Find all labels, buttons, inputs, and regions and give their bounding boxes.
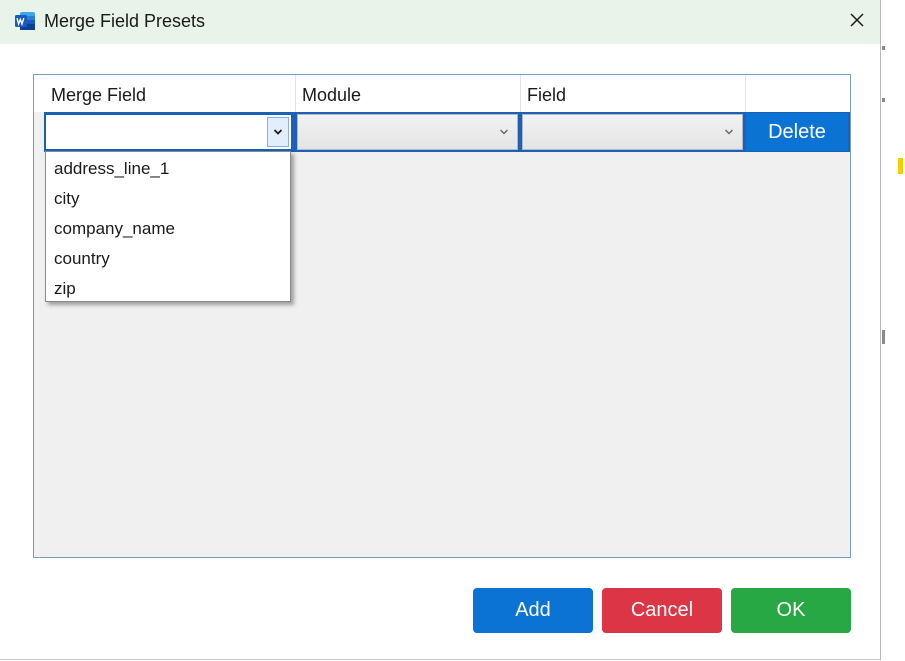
presets-grid: Merge Field Module Field Delete	[33, 74, 851, 558]
ok-button[interactable]: OK	[731, 588, 851, 633]
dropdown-option-company-name[interactable]: company_name	[46, 214, 290, 244]
dropdown-option-address-line-1[interactable]: address_line_1	[46, 154, 290, 184]
word-icon	[14, 10, 36, 32]
merge-field-combo[interactable]	[45, 114, 292, 150]
background-edge-mark	[882, 46, 885, 50]
dropdown-option-zip[interactable]: zip	[46, 274, 290, 304]
column-header-module[interactable]: Module	[296, 75, 521, 112]
column-header-actions	[746, 75, 850, 112]
dropdown-option-city[interactable]: city	[46, 184, 290, 214]
dropdown-option-country[interactable]: country	[46, 244, 290, 274]
close-button[interactable]	[834, 0, 880, 44]
module-combo[interactable]	[297, 114, 518, 150]
background-edge-mark	[882, 330, 885, 344]
add-button[interactable]: Add	[473, 588, 593, 633]
title-bar: Merge Field Presets	[0, 0, 880, 44]
field-combo[interactable]	[522, 114, 743, 150]
chevron-down-icon[interactable]	[718, 117, 740, 147]
merge-field-dropdown-list: address_line_1 city company_name country…	[45, 151, 291, 302]
close-icon	[849, 12, 865, 33]
cancel-button[interactable]: Cancel	[602, 588, 722, 633]
chevron-down-icon[interactable]	[267, 117, 289, 147]
chevron-down-icon[interactable]	[493, 117, 515, 147]
background-highlight-mark	[898, 158, 903, 174]
window-title: Merge Field Presets	[44, 11, 206, 31]
column-header-merge-field[interactable]: Merge Field	[45, 75, 295, 112]
delete-button[interactable]: Delete	[746, 113, 848, 151]
row-header[interactable]	[34, 112, 44, 152]
column-header-field[interactable]: Field	[521, 75, 746, 112]
background-edge-mark	[882, 98, 885, 102]
merge-field-presets-dialog: Merge Field Presets Merge Field Module F…	[0, 0, 881, 660]
grid-header: Merge Field Module Field	[34, 75, 850, 112]
